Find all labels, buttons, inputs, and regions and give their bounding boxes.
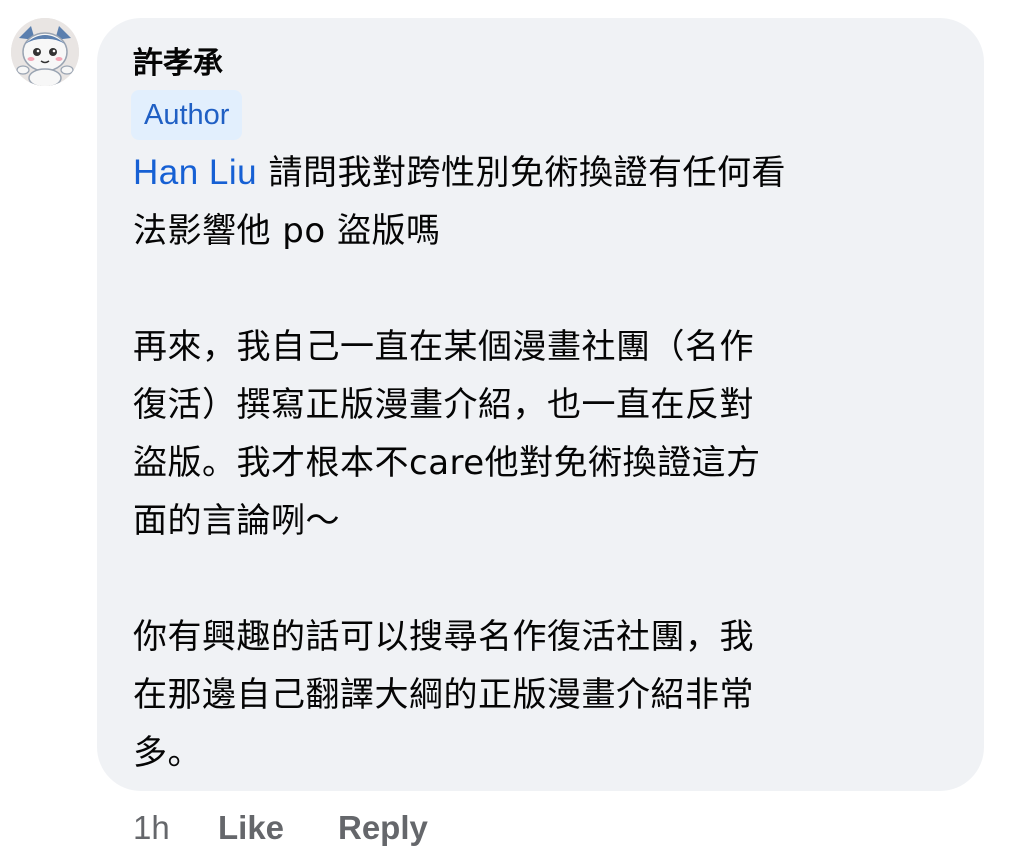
body-line: 復活）撰寫正版漫畫介紹，也一直在反對: [133, 385, 754, 425]
like-button[interactable]: Like: [218, 803, 284, 853]
comment-timestamp[interactable]: 1h: [133, 803, 170, 853]
author-badge: Author: [131, 90, 243, 140]
body-line: 請問我對跨性別免術換證有任何看: [268, 153, 786, 193]
paragraph-2: 再來，我自己一直在某個漫畫社團（名作 復活）撰寫正版漫畫介紹，也一直在反對 盜版…: [133, 318, 963, 550]
avatar[interactable]: [11, 18, 79, 86]
body-line: 多。: [133, 733, 202, 773]
comment-body: Han Liu 請問我對跨性別免術換證有任何看 法影響他 po 盜版嗎 再來，我…: [133, 144, 963, 782]
comment: 許孝承 Author Han Liu 請問我對跨性別免術換證有任何看 法影響他 …: [0, 0, 1024, 855]
body-line: 你有興趣的話可以搜尋名作復活社團，我: [133, 617, 754, 657]
author-name[interactable]: 許孝承: [133, 40, 223, 88]
body-line: 在那邊自己翻譯大綱的正版漫畫介紹非常: [133, 675, 754, 715]
paragraph-3: 你有興趣的話可以搜尋名作復活社團，我 在那邊自己翻譯大綱的正版漫畫介紹非常 多。: [133, 608, 963, 782]
paragraph-1: Han Liu 請問我對跨性別免術換證有任何看 法影響他 po 盜版嗎: [133, 144, 963, 260]
reply-button[interactable]: Reply: [338, 803, 428, 853]
body-line: 盜版。我才根本不care他對免術換證這方: [133, 443, 761, 483]
body-line: 法影響他 po 盜版嗎: [133, 211, 441, 251]
mention-link[interactable]: Han Liu: [133, 153, 257, 192]
body-line: 面的言論咧～: [133, 501, 340, 541]
cartoon-avatar-icon: [11, 18, 79, 86]
body-line: 再來，我自己一直在某個漫畫社團（名作: [133, 327, 754, 367]
